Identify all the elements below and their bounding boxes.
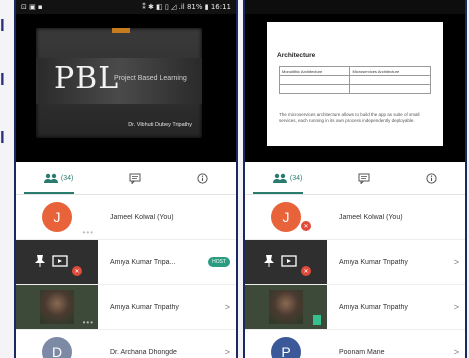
table-row bbox=[278, 75, 431, 85]
table-cell: Microservices Architecture bbox=[349, 66, 431, 76]
participant-thumb bbox=[245, 285, 327, 329]
participant-row[interactable]: J ✕ Jameel Kolwal (You) bbox=[245, 195, 465, 240]
more-icon[interactable]: ••• bbox=[83, 318, 94, 327]
participant-list: J ✕ Jameel Kolwal (You) ✕ Amiya Kumar Tr… bbox=[245, 195, 465, 358]
participant-name: Jameel Kolwal (You) bbox=[110, 213, 174, 221]
left-phone-screen: ⊡ ▣ ▪ ⁑ ✱ ◧ ▯ ◿ .il 81% ▮ 16:11 PBL Proj… bbox=[14, 0, 238, 358]
participant-name: Amiya Kumar Tripa... bbox=[110, 258, 176, 266]
mic-muted-icon: ✕ bbox=[301, 266, 311, 276]
tab-info[interactable] bbox=[426, 172, 437, 184]
video-feed bbox=[269, 290, 303, 324]
active-tab-indicator bbox=[253, 192, 303, 194]
pin-icon bbox=[264, 255, 274, 267]
shared-screen[interactable]: Architecture Monolithic Architecture Mic… bbox=[245, 14, 465, 162]
status-left: ⊡ ▣ ▪ bbox=[21, 3, 43, 11]
table-cell: Monolithic Architecture bbox=[278, 66, 351, 76]
avatar: J bbox=[271, 202, 301, 232]
participant-name: Dr. Archana Dhongde bbox=[110, 348, 177, 356]
participant-tabs: (34) bbox=[245, 162, 465, 195]
table-cell bbox=[278, 75, 351, 85]
status-bar: ⊡ ▣ ▪ ⁑ ✱ ◧ ▯ ◿ .il 81% ▮ 16:11 bbox=[16, 0, 236, 14]
participant-thumb: J ••• bbox=[16, 195, 98, 239]
people-icon bbox=[272, 173, 287, 183]
table-cell bbox=[349, 84, 431, 94]
participant-row[interactable]: Amiya Kumar Tripathy > bbox=[245, 285, 465, 330]
screen-share-icon bbox=[52, 255, 68, 267]
more-icon[interactable]: ••• bbox=[83, 228, 94, 237]
participant-row[interactable]: ✕ Amiya Kumar Tripa... HOST bbox=[16, 240, 236, 285]
edge-text-2: l bbox=[0, 70, 5, 89]
people-icon bbox=[43, 173, 58, 183]
presentation-slide: Architecture Monolithic Architecture Mic… bbox=[267, 22, 443, 146]
participant-row[interactable]: ✕ Amiya Kumar Tripathy > bbox=[245, 240, 465, 285]
tab-info[interactable] bbox=[197, 172, 208, 184]
participant-thumb: ••• bbox=[16, 285, 98, 329]
slide-note: The microservices architecture allows to… bbox=[279, 112, 420, 123]
info-icon bbox=[426, 172, 437, 184]
participant-tabs: (34) bbox=[16, 162, 236, 195]
participant-row[interactable]: ••• Amiya Kumar Tripathy > bbox=[16, 285, 236, 330]
participant-count: (34) bbox=[289, 174, 303, 182]
chat-icon bbox=[129, 173, 141, 184]
participant-name: Amiya Kumar Tripathy bbox=[339, 258, 408, 266]
mic-muted-icon: ✕ bbox=[301, 221, 311, 231]
participant-name: Poonam Mane bbox=[339, 348, 385, 356]
screen-share-icon bbox=[281, 255, 297, 267]
participant-thumb: ✕ bbox=[245, 240, 327, 284]
pin-icon bbox=[35, 255, 45, 267]
slide-author: Dr. Vibhuti Dubey Tripathy bbox=[128, 122, 192, 128]
participant-count: (34) bbox=[60, 174, 74, 182]
avatar: J bbox=[42, 202, 72, 232]
chat-icon bbox=[358, 173, 370, 184]
slide-accent bbox=[112, 28, 130, 33]
participant-row[interactable]: D Dr. Archana Dhongde > bbox=[16, 330, 236, 358]
status-bar bbox=[245, 0, 465, 14]
table-cell bbox=[349, 75, 431, 85]
participant-thumb: ✕ bbox=[16, 240, 98, 284]
participant-name: Jameel Kolwal (You) bbox=[339, 213, 403, 221]
participant-thumb: P bbox=[245, 330, 327, 358]
participant-row[interactable]: J ••• Jameel Kolwal (You) bbox=[16, 195, 236, 240]
info-icon bbox=[197, 172, 208, 184]
chevron-right-icon[interactable]: > bbox=[454, 347, 459, 357]
presentation-slide: PBL Project Based Learning Dr. Vibhuti D… bbox=[36, 28, 202, 138]
participant-name: Amiya Kumar Tripathy bbox=[339, 303, 408, 311]
tab-participants[interactable]: (34) bbox=[272, 173, 303, 183]
participant-thumb: D bbox=[16, 330, 98, 358]
status-right: ⁑ ✱ ◧ ▯ ◿ .il 81% ▮ 16:11 bbox=[142, 3, 231, 11]
slide-title: PBL bbox=[54, 61, 120, 96]
tab-chat[interactable] bbox=[358, 173, 370, 184]
table-row: Monolithic Architecture Microservices Ar… bbox=[278, 66, 431, 76]
table-row bbox=[278, 84, 431, 94]
table-cell bbox=[278, 84, 351, 94]
chevron-right-icon[interactable]: > bbox=[454, 257, 459, 267]
slide-table: Monolithic Architecture Microservices Ar… bbox=[278, 66, 431, 94]
participant-thumb: J ✕ bbox=[245, 195, 327, 239]
active-tab-indicator bbox=[24, 192, 74, 194]
participant-row[interactable]: P Poonam Mane > bbox=[245, 330, 465, 358]
participant-name: Amiya Kumar Tripathy bbox=[110, 303, 179, 311]
chevron-right-icon[interactable]: > bbox=[225, 347, 230, 357]
chevron-right-icon[interactable]: > bbox=[225, 302, 230, 312]
avatar: P bbox=[271, 337, 301, 358]
video-feed bbox=[40, 290, 74, 324]
audio-level-icon bbox=[313, 315, 321, 325]
tab-chat[interactable] bbox=[129, 173, 141, 184]
participant-list: J ••• Jameel Kolwal (You) ✕ Amiya Kumar … bbox=[16, 195, 236, 358]
edge-text-3: l bbox=[0, 128, 5, 147]
chevron-right-icon[interactable]: > bbox=[454, 302, 459, 312]
right-phone-screen: Architecture Monolithic Architecture Mic… bbox=[243, 0, 467, 358]
slide-tagline: Project Based Learning bbox=[114, 75, 187, 82]
slide-title: Architecture bbox=[277, 52, 316, 59]
mic-muted-icon: ✕ bbox=[72, 266, 82, 276]
tab-participants[interactable]: (34) bbox=[43, 173, 74, 183]
avatar: D bbox=[42, 337, 72, 358]
shared-screen[interactable]: PBL Project Based Learning Dr. Vibhuti D… bbox=[16, 14, 236, 162]
host-badge: HOST bbox=[208, 257, 230, 267]
edge-text-1: l bbox=[0, 16, 5, 35]
